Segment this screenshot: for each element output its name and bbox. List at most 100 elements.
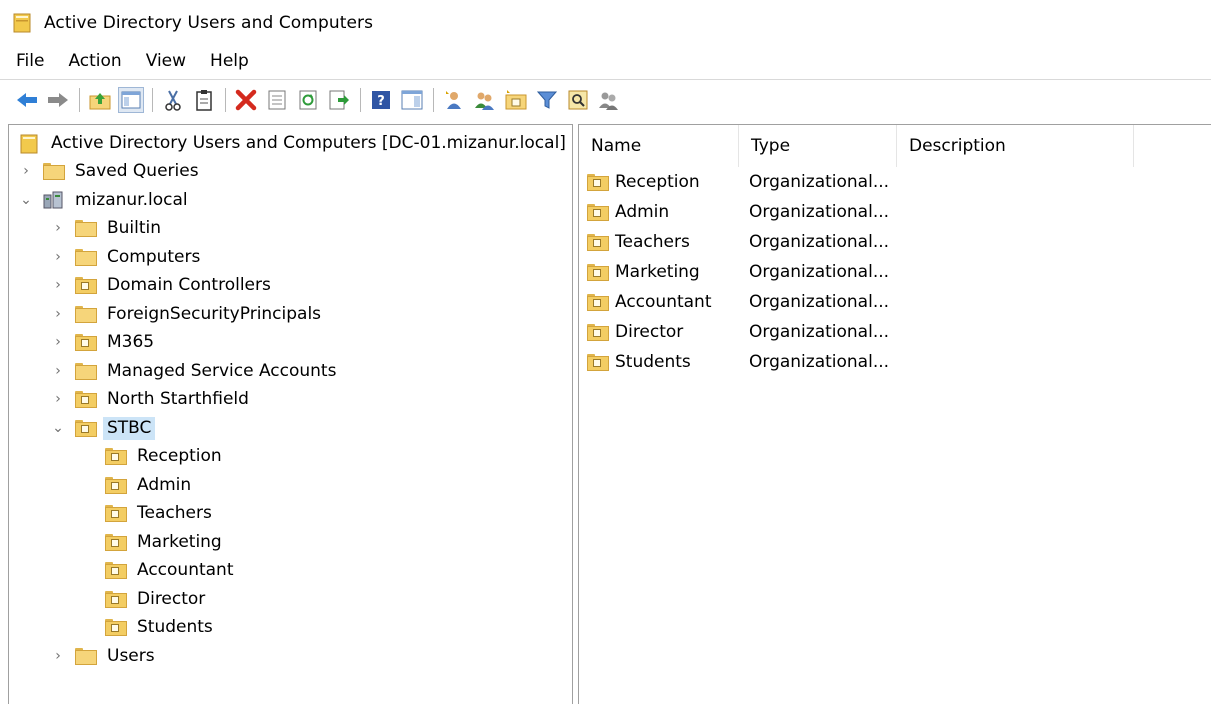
cut-icon[interactable] [160, 87, 186, 113]
toolbar-separator [360, 87, 361, 112]
filter-icon[interactable] [534, 87, 560, 113]
ou-folder-icon [75, 419, 95, 437]
tree-item-students[interactable]: Students [105, 614, 217, 640]
tree-item-teachers[interactable]: Teachers [105, 500, 216, 526]
tree-item-computers[interactable]: › Computers [51, 244, 204, 270]
chevron-right-icon[interactable]: › [51, 363, 65, 379]
folder-icon [75, 305, 95, 323]
forward-arrow-icon[interactable] [45, 87, 71, 113]
chevron-right-icon[interactable]: › [51, 249, 65, 265]
toolbar: ? [0, 79, 1211, 119]
list-item[interactable]: Marketing Organizational... [579, 257, 899, 287]
folder-icon [75, 362, 95, 380]
tree-item-admin[interactable]: Admin [105, 472, 195, 498]
list-item[interactable]: Reception Organizational... [579, 167, 899, 197]
new-user-icon[interactable] [441, 87, 467, 113]
action-pane-icon[interactable] [399, 87, 425, 113]
ou-folder-icon [105, 533, 125, 551]
tree-item-marketing[interactable]: Marketing [105, 529, 226, 555]
tree-item-saved-queries[interactable]: › Saved Queries [19, 158, 203, 184]
properties-icon[interactable] [264, 87, 290, 113]
ou-folder-icon [105, 590, 125, 608]
refresh-icon[interactable] [295, 87, 321, 113]
tree-item-foreign-security-principals[interactable]: › ForeignSecurityPrincipals [51, 301, 325, 327]
chevron-right-icon[interactable]: › [51, 648, 65, 664]
ou-folder-icon [105, 447, 125, 465]
tree-item-builtin[interactable]: › Builtin [51, 215, 165, 241]
tree-item-north-starthfield[interactable]: › North Starthfield [51, 386, 253, 412]
list-item[interactable]: Accountant Organizational... [579, 287, 899, 317]
toolbar-separator [225, 87, 226, 112]
chevron-down-icon[interactable]: ⌄ [51, 420, 65, 436]
ou-folder-icon [105, 561, 125, 579]
delete-icon[interactable] [233, 87, 259, 113]
tree-item-users[interactable]: › Users [51, 643, 159, 669]
column-header-description[interactable]: Description [897, 125, 1134, 167]
ou-folder-icon [105, 476, 125, 494]
chevron-right-icon[interactable]: › [51, 334, 65, 350]
list-item[interactable]: Teachers Organizational... [579, 227, 899, 257]
ou-folder-icon [587, 173, 607, 191]
chevron-down-icon[interactable]: ⌄ [19, 192, 33, 208]
menu-help[interactable]: Help [210, 51, 249, 71]
delegate-icon[interactable] [596, 87, 622, 113]
tree-item-reception[interactable]: Reception [105, 443, 226, 469]
menu-file[interactable]: File [16, 51, 44, 71]
tree-item-stbc[interactable]: ⌄ STBC [51, 415, 156, 441]
menu-view[interactable]: View [146, 51, 186, 71]
chevron-right-icon[interactable]: › [51, 391, 65, 407]
chevron-right-icon[interactable]: › [19, 163, 33, 179]
tree-root-label: Active Directory Users and Computers [DC… [51, 132, 566, 153]
chevron-right-icon[interactable]: › [51, 277, 65, 293]
ou-folder-icon [587, 293, 607, 311]
folder-icon [75, 219, 95, 237]
ou-folder-icon [75, 333, 95, 351]
chevron-right-icon[interactable]: › [51, 306, 65, 322]
list-item[interactable]: Admin Organizational... [579, 197, 899, 227]
back-arrow-icon[interactable] [14, 87, 40, 113]
ou-folder-icon [587, 203, 607, 221]
ou-folder-icon [587, 353, 607, 371]
ou-folder-icon [75, 390, 95, 408]
ou-folder-icon [75, 276, 95, 294]
ou-folder-icon [105, 618, 125, 636]
ou-folder-icon [587, 323, 607, 341]
folder-icon [43, 162, 63, 180]
column-header-type[interactable]: Type [739, 125, 897, 167]
ou-folder-icon [105, 504, 125, 522]
tree-item-managed-service-accounts[interactable]: › Managed Service Accounts [51, 358, 340, 384]
menu-bar: File Action View Help [0, 46, 1211, 76]
ad-app-icon [12, 13, 32, 33]
tree-item-m365[interactable]: › M365 [51, 329, 158, 355]
results-pane[interactable]: Name Type Description Reception Organiza… [578, 124, 1211, 704]
tree-item-domain-controllers[interactable]: › Domain Controllers [51, 272, 275, 298]
tree-item-domain[interactable]: ⌄ mizanur.local [19, 187, 192, 213]
clipboard-icon[interactable] [191, 87, 217, 113]
domain-icon [43, 191, 63, 209]
new-group-icon[interactable] [472, 87, 498, 113]
folder-icon [75, 248, 95, 266]
menu-action[interactable]: Action [68, 51, 121, 71]
help-icon[interactable]: ? [368, 87, 394, 113]
toolbar-separator [433, 87, 434, 112]
chevron-right-icon[interactable]: › [51, 220, 65, 236]
list-header: Name Type Description [579, 125, 1134, 167]
list-item[interactable]: Students Organizational... [579, 347, 899, 377]
up-folder-icon[interactable] [87, 87, 113, 113]
find-icon[interactable] [565, 87, 591, 113]
tree-root[interactable]: Active Directory Users and Computers [DC… [19, 130, 570, 156]
tree-item-director[interactable]: Director [105, 586, 209, 612]
toolbar-separator [152, 87, 153, 112]
title-bar: Active Directory Users and Computers [0, 0, 1211, 46]
toolbar-separator [79, 87, 80, 112]
show-hide-console-tree-icon[interactable] [118, 86, 144, 113]
window-title: Active Directory Users and Computers [44, 13, 374, 33]
folder-icon [75, 647, 95, 665]
column-header-name[interactable]: Name [579, 125, 739, 167]
export-list-icon[interactable] [326, 87, 352, 113]
new-ou-icon[interactable] [503, 87, 529, 113]
console-tree[interactable]: Active Directory Users and Computers [DC… [8, 124, 573, 704]
list-item[interactable]: Director Organizational... [579, 317, 899, 347]
tree-item-accountant[interactable]: Accountant [105, 557, 238, 583]
ad-console-icon [19, 134, 39, 154]
